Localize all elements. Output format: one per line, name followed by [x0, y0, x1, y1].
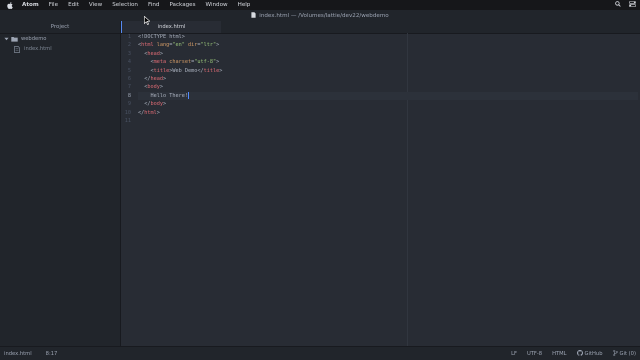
line-number: 10 [124, 109, 131, 116]
menu-packages[interactable]: Packages [169, 2, 195, 8]
status-bar: index.html 8:17 LF UTF-8 HTML GitHub Git… [0, 346, 640, 360]
code-line-active[interactable]: Hello There! [138, 91, 638, 101]
code-line[interactable]: </head> [138, 75, 638, 83]
status-line-ending[interactable]: LF [511, 351, 517, 357]
file-text-icon [14, 45, 22, 53]
code-line[interactable]: </body> [138, 100, 638, 108]
control-center-icon[interactable] [629, 1, 636, 9]
window-title-bar: index.html — /Volumes/lattie/dev22/webde… [0, 10, 640, 21]
code-line[interactable]: <body> [138, 83, 638, 91]
status-cursor-position[interactable]: 8:17 [46, 351, 58, 357]
status-file-path[interactable]: index.html [4, 351, 32, 357]
menu-help[interactable]: Help [238, 2, 251, 8]
line-number: 3 [127, 50, 131, 57]
menu-edit[interactable]: Edit [68, 2, 79, 8]
menu-view[interactable]: View [89, 2, 102, 8]
menu-bar: Atom File Edit View Selection Find Packa… [0, 0, 640, 10]
status-github-label: GitHub [584, 350, 603, 357]
line-number: 11 [124, 117, 131, 124]
status-git-label: Git (0) [619, 350, 637, 357]
tab-index-html[interactable]: index.html [121, 21, 221, 33]
folder-icon [11, 36, 19, 42]
git-branch-icon [612, 349, 618, 358]
line-number: 5 [127, 67, 131, 74]
menu-find[interactable]: Find [148, 2, 159, 8]
tree-view-header: Project [0, 21, 120, 34]
code-line[interactable]: <html lang="en" dir="ltr"> [138, 41, 638, 49]
github-icon [576, 349, 583, 358]
menu-window[interactable]: Window [206, 2, 228, 8]
line-number: 9 [127, 101, 131, 108]
status-github[interactable]: GitHub [576, 349, 603, 358]
spotlight-search-icon[interactable] [615, 1, 621, 9]
tree-file-label: index.html [24, 46, 52, 52]
line-number: 7 [127, 84, 131, 91]
tree-folder-webdemo[interactable]: webdemo [0, 34, 120, 44]
editor-pane: index.html 1 2 3 4 5 6 7 8 9 10 11 <!DOC… [121, 21, 640, 346]
menu-app-atom[interactable]: Atom [22, 2, 39, 8]
line-number: 1 [127, 34, 131, 40]
status-git[interactable]: Git (0) [612, 349, 637, 358]
code-line[interactable]: <meta charset="utf-8"> [138, 58, 638, 66]
tree-folder-label: webdemo [21, 36, 47, 42]
project-tree-view: Project webdemo index.html [0, 21, 121, 346]
menu-selection[interactable]: Selection [112, 2, 138, 8]
code-line[interactable]: <!DOCTYPE html> [138, 33, 638, 41]
code-line[interactable]: </html> [138, 109, 638, 117]
tree-file-index-html[interactable]: index.html [0, 44, 120, 54]
code-area[interactable]: <!DOCTYPE html> <html lang="en" dir="ltr… [138, 33, 638, 125]
line-number-active: 8 [127, 92, 131, 99]
code-line[interactable]: <title>Web Demo</title> [138, 67, 638, 75]
text-cursor [187, 91, 189, 99]
mouse-cursor-icon [144, 10, 151, 29]
document-icon [251, 11, 256, 20]
line-number-gutter: 1 2 3 4 5 6 7 8 9 10 11 [121, 33, 133, 125]
status-grammar[interactable]: HTML [552, 351, 566, 357]
code-line[interactable] [138, 117, 638, 125]
window-title: index.html — /Volumes/lattie/dev22/webde… [259, 12, 389, 19]
line-number: 6 [127, 75, 131, 82]
line-number: 2 [127, 42, 131, 49]
tab-label: index.html [157, 24, 186, 30]
status-encoding[interactable]: UTF-8 [527, 351, 542, 357]
apple-menu-icon[interactable] [6, 1, 14, 9]
code-line[interactable]: <head> [138, 50, 638, 58]
chevron-down-icon[interactable] [4, 37, 9, 41]
line-number: 4 [127, 59, 131, 66]
menu-file[interactable]: File [49, 2, 58, 8]
